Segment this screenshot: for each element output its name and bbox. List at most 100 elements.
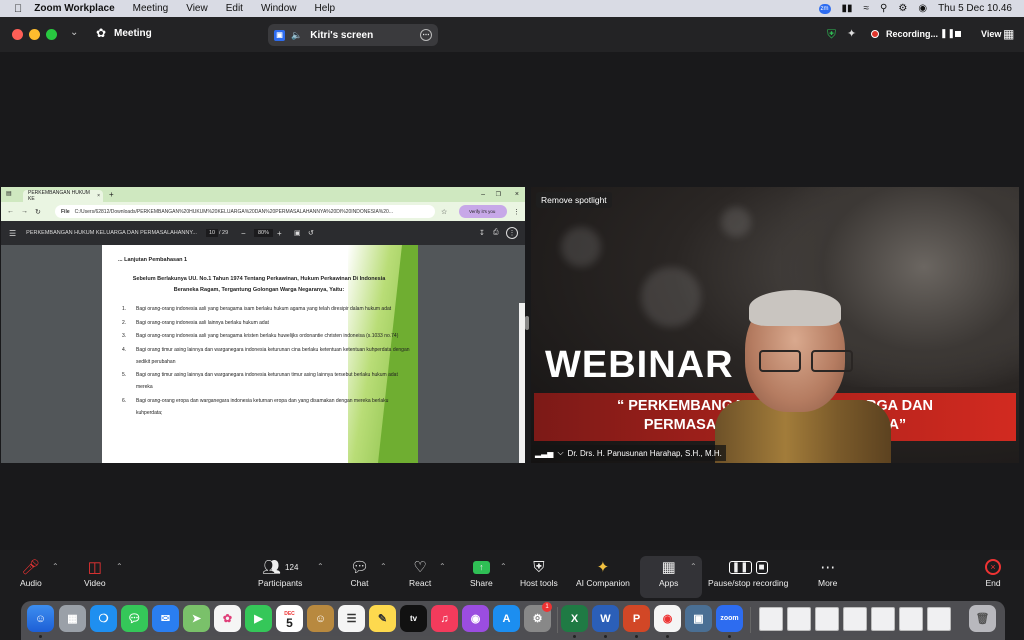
dock-document-thumbnail[interactable] xyxy=(871,607,895,631)
control-center-icon[interactable]: ⚙ xyxy=(898,3,907,14)
ai-companion-button[interactable]: ✦ AI Companion xyxy=(576,556,630,588)
word-icon[interactable]: W xyxy=(592,605,619,632)
minimize-window-button[interactable] xyxy=(29,29,40,40)
menu-view[interactable]: View xyxy=(186,3,208,14)
pdf-menu-icon[interactable]: ☰ xyxy=(9,229,16,238)
zoom-in-icon[interactable]: + xyxy=(277,229,282,238)
more-button[interactable]: ⋯ More xyxy=(818,556,837,588)
restore-icon[interactable]: ❐ xyxy=(496,191,501,198)
preview-icon[interactable]: ▣ xyxy=(685,605,712,632)
host-tools-button[interactable]: ⛨ Host tools xyxy=(520,556,558,589)
photos-icon[interactable]: ✿ xyxy=(214,605,241,632)
shield-icon[interactable]: ⛨ xyxy=(827,27,836,42)
zoom-input[interactable]: 80% xyxy=(254,229,274,237)
back-icon[interactable]: ← xyxy=(7,208,14,215)
participants-button[interactable]: 👥︎ 124 Participants xyxy=(258,556,302,588)
rotate-icon[interactable]: ↺ xyxy=(308,229,314,237)
reload-icon[interactable]: ↻ xyxy=(35,208,41,216)
apple-tv-icon[interactable]: tv xyxy=(400,605,427,632)
dock-document-thumbnail[interactable] xyxy=(899,607,923,631)
participants-chevron-icon[interactable]: ⌃ xyxy=(317,562,324,571)
zoom-window-button[interactable] xyxy=(46,29,57,40)
menu-app-name[interactable]: Zoom Workplace xyxy=(34,3,114,14)
shared-screen[interactable]: ▤ PERKEMBANGAN HUKUM KE × + – ❐ × ← → ↻ F… xyxy=(1,187,525,463)
speaker-icon[interactable]: 🔈 xyxy=(291,30,302,41)
dock-document-thumbnail[interactable] xyxy=(815,607,839,631)
tab-list-icon[interactable]: ▤ xyxy=(6,190,12,197)
contacts-icon[interactable]: ☺ xyxy=(307,605,334,632)
pdf-viewport[interactable]: ... Lanjutan Pembahasan 1 Sebelum Berlak… xyxy=(1,245,525,463)
chrome-icon[interactable]: ◉ xyxy=(654,605,681,632)
trash-icon[interactable]: 🗑︎ xyxy=(969,605,996,632)
music-icon[interactable]: ♫ xyxy=(431,605,458,632)
dock-document-thumbnail[interactable] xyxy=(843,607,867,631)
stop-recording-icon[interactable] xyxy=(955,31,961,37)
share-button[interactable]: ↑ Share xyxy=(470,556,493,588)
verify-button[interactable]: Verify it's you xyxy=(459,205,507,218)
remove-spotlight-button[interactable]: Remove spotlight xyxy=(536,192,612,208)
excel-icon[interactable]: X xyxy=(561,605,588,632)
maps-icon[interactable]: ➤ xyxy=(183,605,210,632)
video-options-chevron-icon[interactable]: ⌃ xyxy=(116,562,123,571)
menu-edit[interactable]: Edit xyxy=(226,3,243,14)
search-icon[interactable]: ⚲ xyxy=(880,3,887,14)
battery-icon[interactable]: ▮▮ xyxy=(842,3,853,14)
end-button[interactable]: × End xyxy=(985,556,1001,588)
page-number-input[interactable]: 10 xyxy=(206,229,219,237)
audio-options-chevron-icon[interactable]: ⌃ xyxy=(52,562,59,571)
minimize-icon[interactable]: – xyxy=(481,191,485,198)
chat-chevron-icon[interactable]: ⌃ xyxy=(380,562,387,571)
address-bar[interactable]: File C:/Users/62812/Downloads/PERKEMBANG… xyxy=(55,205,435,218)
menu-help[interactable]: Help xyxy=(315,3,336,14)
finder-icon[interactable]: ☺ xyxy=(27,605,54,632)
chevron-down-icon[interactable]: ⌄ xyxy=(70,27,78,38)
view-grid-icon[interactable]: ▦ xyxy=(1003,27,1014,41)
pause-recording-icon[interactable]: ❚❚ xyxy=(940,28,955,39)
dock-document-thumbnail[interactable] xyxy=(927,607,951,631)
apps-button[interactable]: ▦ Apps xyxy=(659,556,678,588)
menu-meeting[interactable]: Meeting xyxy=(133,3,169,14)
star-icon[interactable]: ☆ xyxy=(441,208,447,216)
wifi-icon[interactable]: ≈ xyxy=(864,3,870,14)
close-icon[interactable]: × xyxy=(515,191,519,198)
audio-button[interactable]: 🎤︎ Audio xyxy=(20,556,42,588)
dock-document-thumbnail[interactable] xyxy=(759,607,783,631)
close-window-button[interactable] xyxy=(12,29,23,40)
new-tab-icon[interactable]: + xyxy=(109,190,114,199)
apps-chevron-icon[interactable]: ⌃ xyxy=(690,562,697,571)
video-button[interactable]: ◫ Video xyxy=(84,556,106,588)
app-store-icon[interactable]: A xyxy=(493,605,520,632)
safari-icon[interactable]: ❍ xyxy=(90,605,117,632)
dock-document-thumbnail[interactable] xyxy=(787,607,811,631)
browser-menu-icon[interactable]: ⋮ xyxy=(513,208,520,216)
zoom-app-icon[interactable]: zoom xyxy=(716,605,743,632)
zoom-status-icon[interactable]: zm xyxy=(818,3,831,14)
chat-button[interactable]: 💬︎ Chat xyxy=(350,556,369,588)
recording-status[interactable]: Recording... xyxy=(886,29,938,39)
mail-icon[interactable]: ✉ xyxy=(152,605,179,632)
recording-control-button[interactable]: ❚❚ ■ Pause/stop recording xyxy=(708,556,788,588)
react-button[interactable]: ♡ React xyxy=(409,556,431,588)
pdf-more-icon[interactable]: ⋮ xyxy=(506,227,518,239)
spotlight-video[interactable]: WEBINAR “ PERKEMBANGAN HUKUM KELUARGA DA… xyxy=(531,187,1019,463)
launchpad-icon[interactable]: ▦ xyxy=(59,605,86,632)
screen-share-indicator[interactable]: ▣ 🔈 Kitri's screen ⋯ xyxy=(268,24,438,46)
menu-window[interactable]: Window xyxy=(261,3,297,14)
close-tab-icon[interactable]: × xyxy=(97,193,100,199)
reminders-icon[interactable]: ☰ xyxy=(338,605,365,632)
split-resize-handle[interactable] xyxy=(525,316,529,330)
more-options-icon[interactable]: ⋯ xyxy=(420,29,432,41)
view-button[interactable]: View xyxy=(981,29,1001,39)
download-icon[interactable]: ↧ xyxy=(479,229,485,237)
facetime-icon[interactable]: ▶ xyxy=(245,605,272,632)
powerpoint-icon[interactable]: P xyxy=(623,605,650,632)
forward-icon[interactable]: → xyxy=(21,208,28,215)
zoom-out-icon[interactable]: − xyxy=(241,229,246,238)
print-icon[interactable]: ⎙ xyxy=(493,229,499,237)
messages-icon[interactable]: 💬︎ xyxy=(121,605,148,632)
podcasts-icon[interactable]: ◉ xyxy=(462,605,489,632)
react-chevron-icon[interactable]: ⌃ xyxy=(439,562,446,571)
notes-icon[interactable]: ✎ xyxy=(369,605,396,632)
calendar-icon[interactable]: DEC 5 xyxy=(276,605,303,632)
siri-icon[interactable]: ◉ xyxy=(918,3,927,14)
